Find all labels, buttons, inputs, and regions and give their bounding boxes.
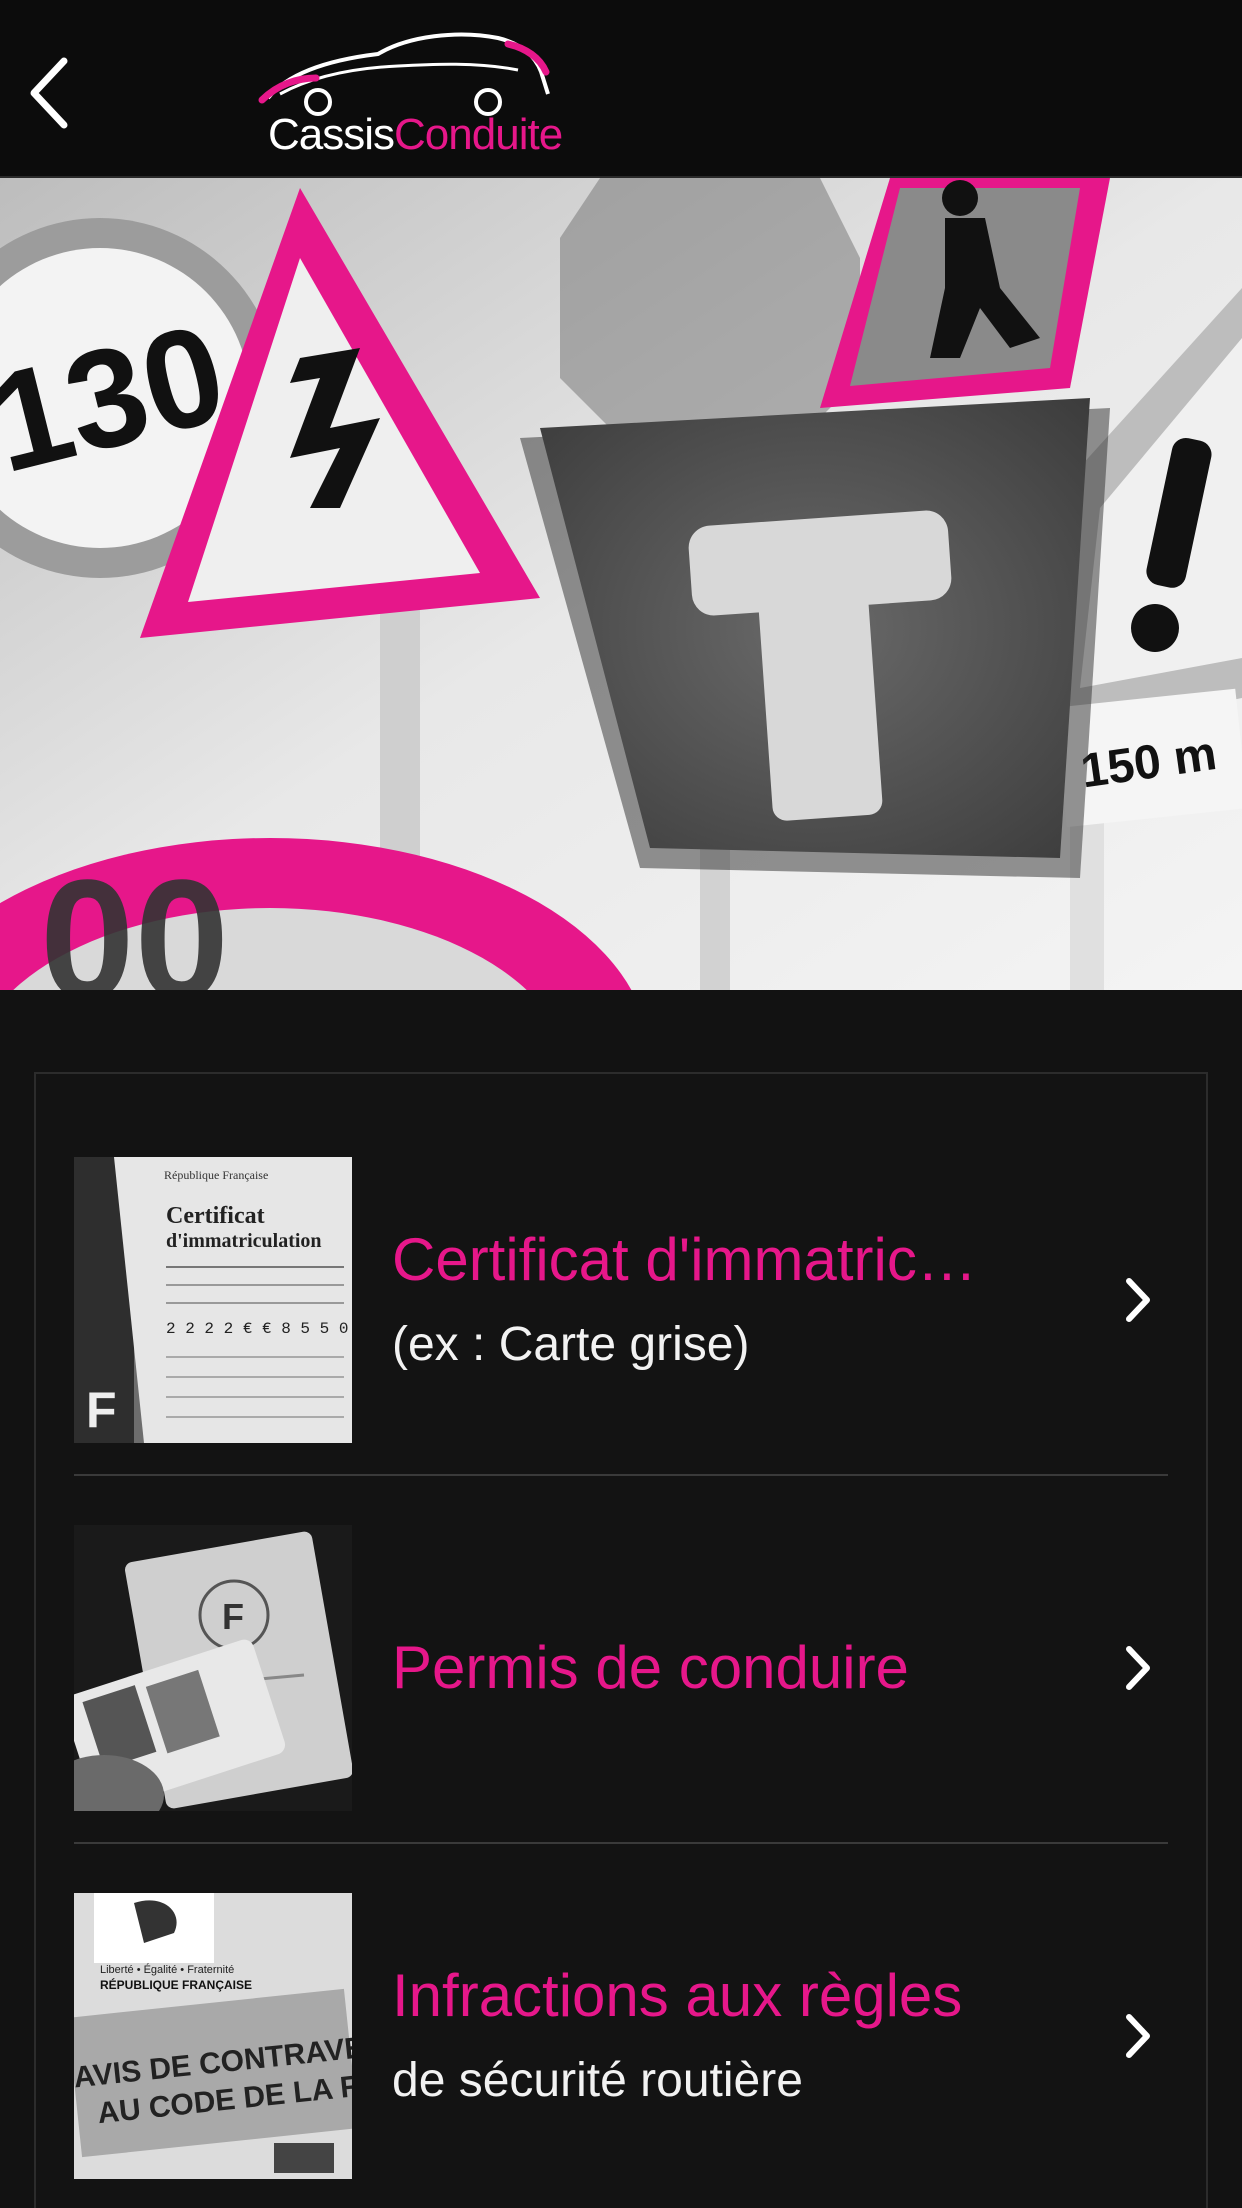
list-item-title: Infractions aux règles: [392, 1962, 963, 2029]
chevron-right-icon: [1108, 2006, 1168, 2066]
thumbnail-doc1-line3: d'immatriculation: [166, 1230, 322, 1252]
thumbnail-doc3-line1: Liberté • Égalité • Fraternité: [100, 1963, 234, 1976]
list-item-subtitle: (ex : Carte grise): [392, 1318, 750, 1371]
thumbnail-permis: F: [74, 1525, 352, 1811]
list-item-permis-de-conduire[interactable]: F Permis de conduire: [74, 1518, 1168, 1818]
list-divider: [74, 1842, 1168, 1844]
chevron-right-icon: [1108, 1270, 1168, 1330]
thumbnail-doc1-number: 2 2 2 2 € € 8 5 5 0: [166, 1320, 348, 1338]
thumbnail-doc3-line2: RÉPUBLIQUE FRANÇAISE: [100, 1977, 252, 1992]
stop-sign-blur: [560, 178, 860, 438]
logo-text-cassis: Cassis: [268, 110, 395, 159]
logo-text-conduite: Conduite: [394, 110, 563, 159]
list-item-text: Certificat d'immatric… (ex : Carte grise…: [352, 1224, 1108, 1376]
list-item-text: Permis de conduire: [352, 1632, 1108, 1704]
logo-text: CassisConduite: [268, 110, 563, 160]
chevron-left-icon: [30, 57, 68, 129]
car-silhouette-icon: [258, 32, 550, 116]
thumbnail-doc1-line1: République Française: [164, 1168, 268, 1182]
thumbnail-doc1-letter: F: [86, 1382, 117, 1438]
chevron-right-icon: [1108, 1638, 1168, 1698]
app-logo: CassisConduite: [258, 18, 563, 168]
list-item-title: Permis de conduire: [392, 1634, 909, 1701]
list-divider: [74, 1474, 1168, 1476]
hero-image-road-signs: 130 150 m 00: [0, 178, 1242, 990]
back-button[interactable]: [18, 48, 78, 138]
list-item-text: Infractions aux règles de sécurité routi…: [352, 1960, 1108, 2112]
list-item-title: Certificat d'immatric…: [392, 1226, 977, 1293]
list-item-infractions[interactable]: Liberté • Égalité • Fraternité RÉPUBLIQU…: [74, 1886, 1168, 2186]
svg-text:00: 00: [40, 845, 229, 990]
list-item-certificat-immatriculation[interactable]: F République Française Certificat d'imma…: [74, 1150, 1168, 1450]
thumbnail-avis-contravention: Liberté • Égalité • Fraternité RÉPUBLIQU…: [74, 1893, 352, 2179]
thumbnail-doc2-letter: F: [222, 1596, 244, 1637]
thumbnail-carte-grise: F République Française Certificat d'imma…: [74, 1157, 352, 1443]
list-item-subtitle: de sécurité routière: [392, 2054, 803, 2107]
top-bar: CassisConduite: [0, 0, 1242, 178]
thumbnail-doc1-line2: Certificat: [166, 1203, 265, 1229]
menu-list: F République Française Certificat d'imma…: [34, 1072, 1208, 2208]
screen: CassisConduite 130 150 m 00 F République…: [0, 0, 1242, 2208]
